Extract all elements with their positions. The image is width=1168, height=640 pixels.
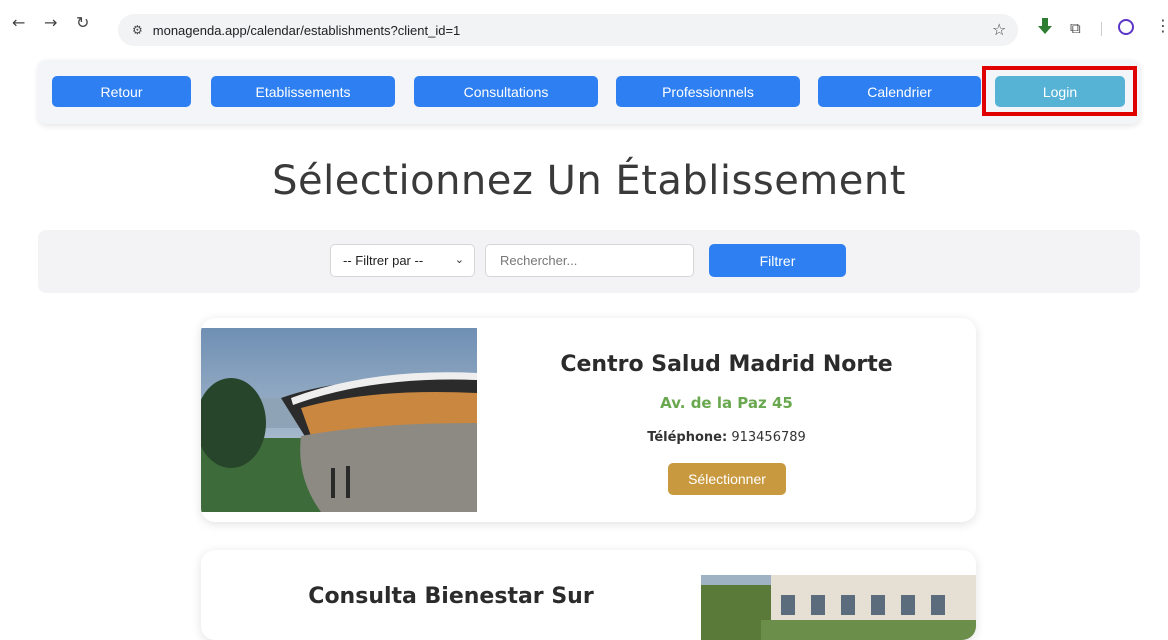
establishment-address: Av. de la Paz 45 [660,394,793,412]
establishment-card: Consulta Bienestar Sur [201,550,976,640]
phone-value: 913456789 [731,430,806,445]
bookmark-star-icon[interactable]: ☆ [992,20,1006,39]
establishment-card: Centro Salud Madrid Norte Av. de la Paz … [201,318,976,522]
phone-label: Téléphone: [647,430,728,445]
select-establishment-button[interactable]: Sélectionner [668,463,786,495]
establishment-photo [701,575,976,640]
filter-button[interactable]: Filtrer [709,244,846,277]
browser-toolbar: ← → ↻ ⚙ monagenda.app/calendar/establish… [0,0,1168,46]
search-input[interactable] [485,244,694,277]
toolbar-divider [1101,22,1102,36]
profile-icon[interactable] [1118,19,1134,35]
page-title: Sélectionnez Un Établissement [272,158,906,204]
filter-select[interactable]: -- Filtrer par -- ⌄ [330,244,475,277]
establishment-name: Centro Salud Madrid Norte [560,352,893,377]
filter-select-value: -- Filtrer par -- [343,253,424,268]
extensions-icon[interactable]: ⧉ [1070,19,1081,37]
nav-button-calendrier[interactable]: Calendrier [818,76,981,107]
reload-icon[interactable]: ↻ [76,14,89,32]
back-icon[interactable]: ← [12,14,25,32]
establishment-phone: Téléphone: 913456789 [477,430,976,445]
chevron-down-icon: ⌄ [454,254,464,266]
establishment-name: Consulta Bienestar Sur [308,584,594,609]
app-navigation: Retour Etablissements Consultations Prof… [38,60,1140,124]
download-icon[interactable] [1038,18,1052,36]
establishment-photo [201,328,477,512]
address-bar[interactable]: ⚙ monagenda.app/calendar/establishments?… [118,14,1018,46]
filter-bar: -- Filtrer par -- ⌄ Filtrer [38,230,1140,293]
nav-button-etablissements[interactable]: Etablissements [211,76,395,107]
site-info-icon[interactable]: ⚙ [132,23,143,37]
nav-button-consultations[interactable]: Consultations [414,76,598,107]
url-text[interactable]: monagenda.app/calendar/establishments?cl… [153,23,461,38]
menu-dots-icon[interactable]: ⋮ [1155,16,1168,35]
forward-icon[interactable]: → [44,14,57,32]
nav-button-retour[interactable]: Retour [52,76,191,107]
nav-button-professionnels[interactable]: Professionnels [616,76,800,107]
login-highlight-box [982,66,1137,116]
